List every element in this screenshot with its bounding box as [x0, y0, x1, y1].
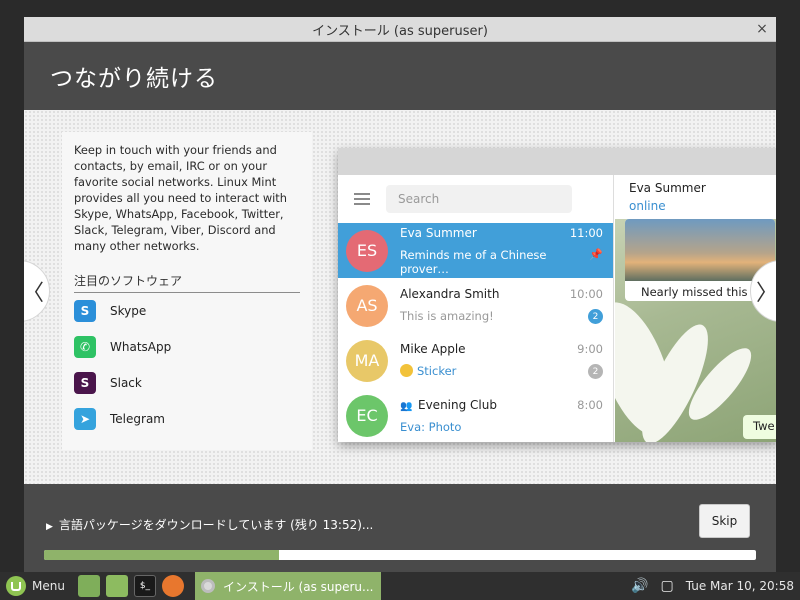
chat-preview: Reminds me of a Chinese prover… [400, 247, 547, 276]
telegram-titlebar [338, 148, 776, 175]
linux-mint-logo-icon [6, 576, 26, 596]
slide-text-card: Keep in touch with your friends and cont… [62, 132, 312, 450]
terminal-icon[interactable]: $_ [133, 575, 156, 597]
chat-name: Eva Summer [400, 225, 477, 240]
chat-time: 9:00 [577, 342, 603, 356]
taskbar-window-label: インストール (as superu... [222, 579, 374, 594]
telegram-open-chat: Eva Summer online Nearly missed this s T… [615, 175, 776, 442]
slide-title: つながり続ける [50, 66, 218, 92]
installer-disc-icon [200, 579, 215, 593]
chat-time: 10:00 [569, 287, 603, 301]
slide-header: つながり続ける [24, 42, 776, 110]
chat-preview: This is amazing! [400, 309, 494, 323]
taskbar-window-installer[interactable]: インストール (as superu... [194, 572, 381, 600]
close-icon[interactable]: × [754, 21, 770, 37]
chevron-right-icon: 〉 [755, 281, 776, 306]
chat-preview: Sticker [417, 364, 457, 378]
avatar: ES [346, 229, 388, 272]
telegram-screenshot: Search ES Eva Summer 11:00 Reminds me of … [338, 148, 776, 442]
software-label: Slack [110, 376, 142, 390]
chat-name: Alexandra Smith [400, 287, 500, 301]
software-item-whatsapp: ✆ WhatsApp [74, 329, 300, 365]
chat-time: 11:00 [569, 225, 603, 240]
install-progress-area: ▶ 言語パッケージをダウンロードしています (残り 13:52)... Skip [24, 484, 776, 572]
window-titlebar[interactable]: インストール (as superuser) × [24, 17, 776, 42]
system-tray: 🔊 ▢ Tue Mar 10, 20:58 [631, 572, 794, 600]
menu-button[interactable]: Menu [0, 572, 75, 600]
installer-window: インストール (as superuser) × つながり続ける Keep in … [24, 17, 776, 572]
telegram-search-row: Search [338, 175, 613, 223]
software-label: Telegram [110, 412, 165, 426]
taskbar: Menu $_ インストール (as superu... 🔊 ▢ Tue Mar… [0, 572, 800, 600]
chat-item-eva-summer: ES Eva Summer 11:00 Reminds me of a Chine… [338, 223, 613, 278]
avatar: AS [346, 284, 388, 327]
skype-icon: S [74, 300, 96, 322]
slide-description: Keep in touch with your friends and cont… [74, 143, 287, 253]
telegram-search-input: Search [386, 185, 572, 213]
chat-item-alexandra-smith: AS Alexandra Smith 10:00 This is amazing!… [338, 278, 613, 333]
install-status[interactable]: ▶ 言語パッケージをダウンロードしています (残り 13:52)... [46, 516, 373, 533]
chat-name: Evening Club [418, 397, 497, 412]
open-chat-name: Eva Summer [629, 181, 706, 195]
window-title: インストール (as superuser) [312, 23, 488, 39]
software-label: Skype [110, 304, 147, 318]
install-progress-bar [44, 550, 756, 560]
chevron-left-icon: 〈 [24, 281, 44, 306]
chat-item-mike-apple: MA Mike Apple 9:00 Sticker 2 [338, 333, 613, 388]
whatsapp-icon: ✆ [74, 336, 96, 358]
telegram-icon: ➤ [74, 408, 96, 430]
message-bubble: Twe [743, 415, 776, 439]
firefox-icon[interactable] [161, 575, 184, 597]
notifications-icon[interactable]: ▢ [661, 578, 674, 594]
group-icon: 👥 [400, 400, 413, 412]
desktop: インストール (as superuser) × つながり続ける Keep in … [0, 0, 800, 600]
avatar: MA [346, 339, 388, 382]
software-item-telegram: ➤ Telegram [74, 401, 300, 437]
expander-triangle-icon[interactable]: ▶ [46, 522, 53, 532]
install-progress-fill [44, 550, 279, 560]
hamburger-menu-icon [354, 193, 370, 205]
skip-button[interactable]: Skip [699, 504, 750, 538]
unread-badge: 2 [588, 364, 603, 379]
menu-label: Menu [32, 579, 65, 593]
open-chat-status: online [629, 199, 666, 213]
chat-item-evening-club: EC 👥 Evening Club 8:00 Eva: Photo [338, 388, 613, 443]
open-chat-header: Eva Summer online [615, 175, 776, 219]
chat-time: 8:00 [577, 397, 603, 412]
show-desktop-icon[interactable] [77, 575, 100, 597]
clock[interactable]: Tue Mar 10, 20:58 [686, 579, 794, 593]
chat-preview: Eva: Photo [400, 419, 462, 434]
avatar: EC [346, 394, 388, 437]
chat-name: Mike Apple [400, 342, 466, 356]
software-item-skype: S Skype [74, 293, 300, 329]
install-status-text: 言語パッケージをダウンロードしています (残り 13:52)... [58, 518, 374, 532]
featured-software-title: 注目のソフトウェア [74, 272, 300, 293]
slideshow-panel: Keep in touch with your friends and cont… [24, 110, 776, 484]
featured-software: 注目のソフトウェア S Skype ✆ WhatsApp S Slack ➤ T… [74, 272, 300, 437]
pin-icon: 📌 [589, 247, 603, 261]
slack-icon: S [74, 372, 96, 394]
software-item-slack: S Slack [74, 365, 300, 401]
telegram-chat-list: Search ES Eva Summer 11:00 Reminds me of … [338, 175, 614, 442]
volume-icon[interactable]: 🔊 [631, 578, 648, 594]
unread-badge: 2 [588, 309, 603, 324]
previous-slide-button[interactable]: 〈 [24, 260, 50, 322]
files-icon[interactable] [105, 575, 128, 597]
smiley-icon [400, 364, 413, 377]
software-label: WhatsApp [110, 340, 172, 354]
sunset-photo [625, 219, 775, 281]
